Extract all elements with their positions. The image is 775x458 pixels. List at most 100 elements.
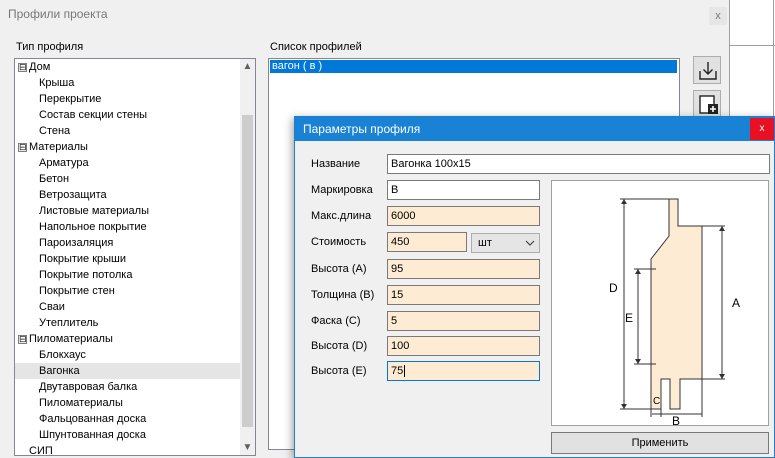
height-a-label: Высота (А) — [311, 263, 367, 275]
add-icon — [699, 95, 718, 114]
profile-parameters-dialog: Параметры профиля x Название Вагонка 100… — [294, 116, 775, 458]
dim-label-a: A — [732, 296, 740, 310]
profile-list-item[interactable]: вагон ( в ) — [270, 60, 677, 73]
tree-item[interactable]: СИП — [15, 443, 255, 456]
tree-item-label: Крыша — [39, 77, 75, 89]
tree-item[interactable]: Пиломатериалы — [15, 395, 255, 411]
cost-label: Стоимость — [311, 236, 367, 248]
tree-item[interactable]: Сваи — [15, 299, 255, 315]
tree-item-label: Пиломатериалы — [29, 333, 113, 345]
tree-item[interactable]: Крыша — [15, 75, 255, 91]
name-field[interactable]: Вагонка 100x15 — [387, 154, 770, 174]
dialog-title: Параметры профиля — [303, 122, 421, 136]
dim-label-d: D — [609, 281, 618, 295]
profile-list-label: Список профилей — [270, 41, 362, 53]
add-profile-button[interactable] — [693, 90, 721, 118]
scroll-up-icon[interactable]: ▲ — [240, 59, 255, 74]
tree-item[interactable]: ⊟ Пиломатериалы — [15, 331, 255, 347]
tree-item-label: Утеплитель — [39, 317, 99, 329]
profile-section-drawing: D E A C B — [609, 198, 740, 428]
tree-item-label: Напольное покрытие — [39, 221, 147, 233]
tree-item-label: Листовые материалы — [39, 205, 149, 217]
tree-item-label: Вагонка — [39, 365, 80, 377]
scroll-down-icon[interactable]: ▼ — [240, 440, 255, 455]
tree-item[interactable]: ⊟ Материалы — [15, 139, 255, 155]
tree-item-label: Шпунтованная доска — [39, 429, 146, 441]
tree-item-label: Материалы — [29, 141, 88, 153]
tree-item[interactable]: Стена — [15, 123, 255, 139]
tree-item[interactable]: Состав секции стены — [15, 107, 255, 123]
height-d-label: Высота (D) — [311, 340, 368, 352]
chevron-down-icon — [525, 234, 535, 258]
tree-item[interactable]: Листовые материалы — [15, 203, 255, 219]
import-icon — [699, 62, 717, 80]
tree-item-label: Покрытие крыши — [39, 253, 127, 265]
tree-item-label: Фальцованная доска — [39, 413, 147, 425]
chamfer-c-label: Фаска (С) — [311, 315, 361, 327]
tree-item[interactable]: ⊟ Дом — [15, 59, 255, 75]
marking-field[interactable]: В — [387, 180, 540, 200]
tree-item[interactable]: Арматура — [15, 155, 255, 171]
tree-item[interactable]: Покрытие крыши — [15, 251, 255, 267]
tree-item[interactable]: Ветрозащита — [15, 187, 255, 203]
tree-item-label: Стена — [39, 125, 71, 137]
profile-type-tree[interactable]: ⊟ Дом Крыша Перекрытие Состав секции стены Ст… — [14, 58, 256, 456]
profile-diagram: D E A C B — [551, 180, 769, 428]
tree-item-label: Состав секции стены — [39, 109, 148, 121]
window-title: Профили проекта — [8, 7, 108, 21]
tree-item[interactable]: Напольное покрытие — [15, 219, 255, 235]
marking-label: Маркировка — [311, 184, 373, 196]
cost-field[interactable]: 450 — [387, 232, 467, 252]
tree-item[interactable]: Вагонка — [15, 363, 255, 379]
window-close-button[interactable]: x — [709, 7, 727, 25]
collapse-icon[interactable]: ⊟ — [18, 143, 27, 152]
thickness-b-label: Толщина (В) — [311, 289, 375, 301]
thickness-b-field[interactable]: 15 — [387, 285, 540, 305]
height-e-field[interactable]: 75 — [387, 361, 540, 381]
tree-item-label: Пароизаляция — [39, 237, 114, 249]
tree-item-label: Ветрозащита — [39, 189, 107, 201]
import-profile-button[interactable] — [693, 56, 721, 84]
tree-item[interactable]: Покрытие стен — [15, 283, 255, 299]
dialog-title-bar: Параметры профиля x — [295, 117, 774, 141]
tree-item-label: Двутавровая балка — [39, 381, 138, 393]
tree-item-label: Пиломатериалы — [39, 397, 123, 409]
tree-item[interactable]: Покрытие потолка — [15, 267, 255, 283]
dim-label-e: E — [625, 311, 633, 325]
text-caret — [404, 365, 406, 378]
max-length-field[interactable]: 6000 — [387, 206, 540, 226]
profile-type-label: Тип профиля — [16, 41, 84, 53]
tree-scrollbar[interactable]: ▲ ▼ — [240, 59, 255, 455]
tree-item-label: Бетон — [39, 173, 70, 185]
tree-item-label: СИП — [29, 445, 53, 456]
tree-item-label: Сваи — [39, 301, 65, 313]
tree-item[interactable]: Двутавровая балка — [15, 379, 255, 395]
tree-item[interactable]: Фальцованная доска — [15, 411, 255, 427]
tree-item[interactable]: Утеплитель — [15, 315, 255, 331]
dim-label-c: C — [653, 396, 660, 407]
tree-item[interactable]: Бетон — [15, 171, 255, 187]
tree-item-label: Дом — [29, 61, 51, 73]
tree-item[interactable]: Пароизаляция — [15, 235, 255, 251]
tree-item[interactable]: Блокхаус — [15, 347, 255, 363]
tree-item[interactable]: Шпунтованная доска — [15, 427, 255, 443]
chamfer-c-field[interactable]: 5 — [387, 311, 540, 331]
tree-item-label: Покрытие стен — [39, 285, 115, 297]
tree-item-label: Блокхаус — [39, 349, 86, 361]
profile-shape — [650, 198, 703, 410]
unit-select-value: шт — [478, 237, 492, 249]
tree-item-label: Покрытие потолка — [39, 269, 133, 281]
max-length-label: Макс.длина — [311, 210, 372, 222]
collapse-icon[interactable]: ⊟ — [18, 63, 27, 72]
height-e-label: Высота (Е) — [311, 365, 367, 377]
scroll-thumb[interactable] — [242, 115, 253, 427]
unit-select[interactable]: шт — [471, 233, 540, 253]
apply-button[interactable]: Применить — [551, 432, 769, 454]
tree-item[interactable]: Перекрытие — [15, 91, 255, 107]
collapse-icon[interactable]: ⊟ — [18, 335, 27, 344]
dim-label-b: B — [672, 414, 680, 427]
height-d-field[interactable]: 100 — [387, 336, 540, 356]
dialog-close-button[interactable]: x — [750, 118, 774, 140]
height-a-field[interactable]: 95 — [387, 259, 540, 279]
tree-item-label: Арматура — [39, 157, 89, 169]
